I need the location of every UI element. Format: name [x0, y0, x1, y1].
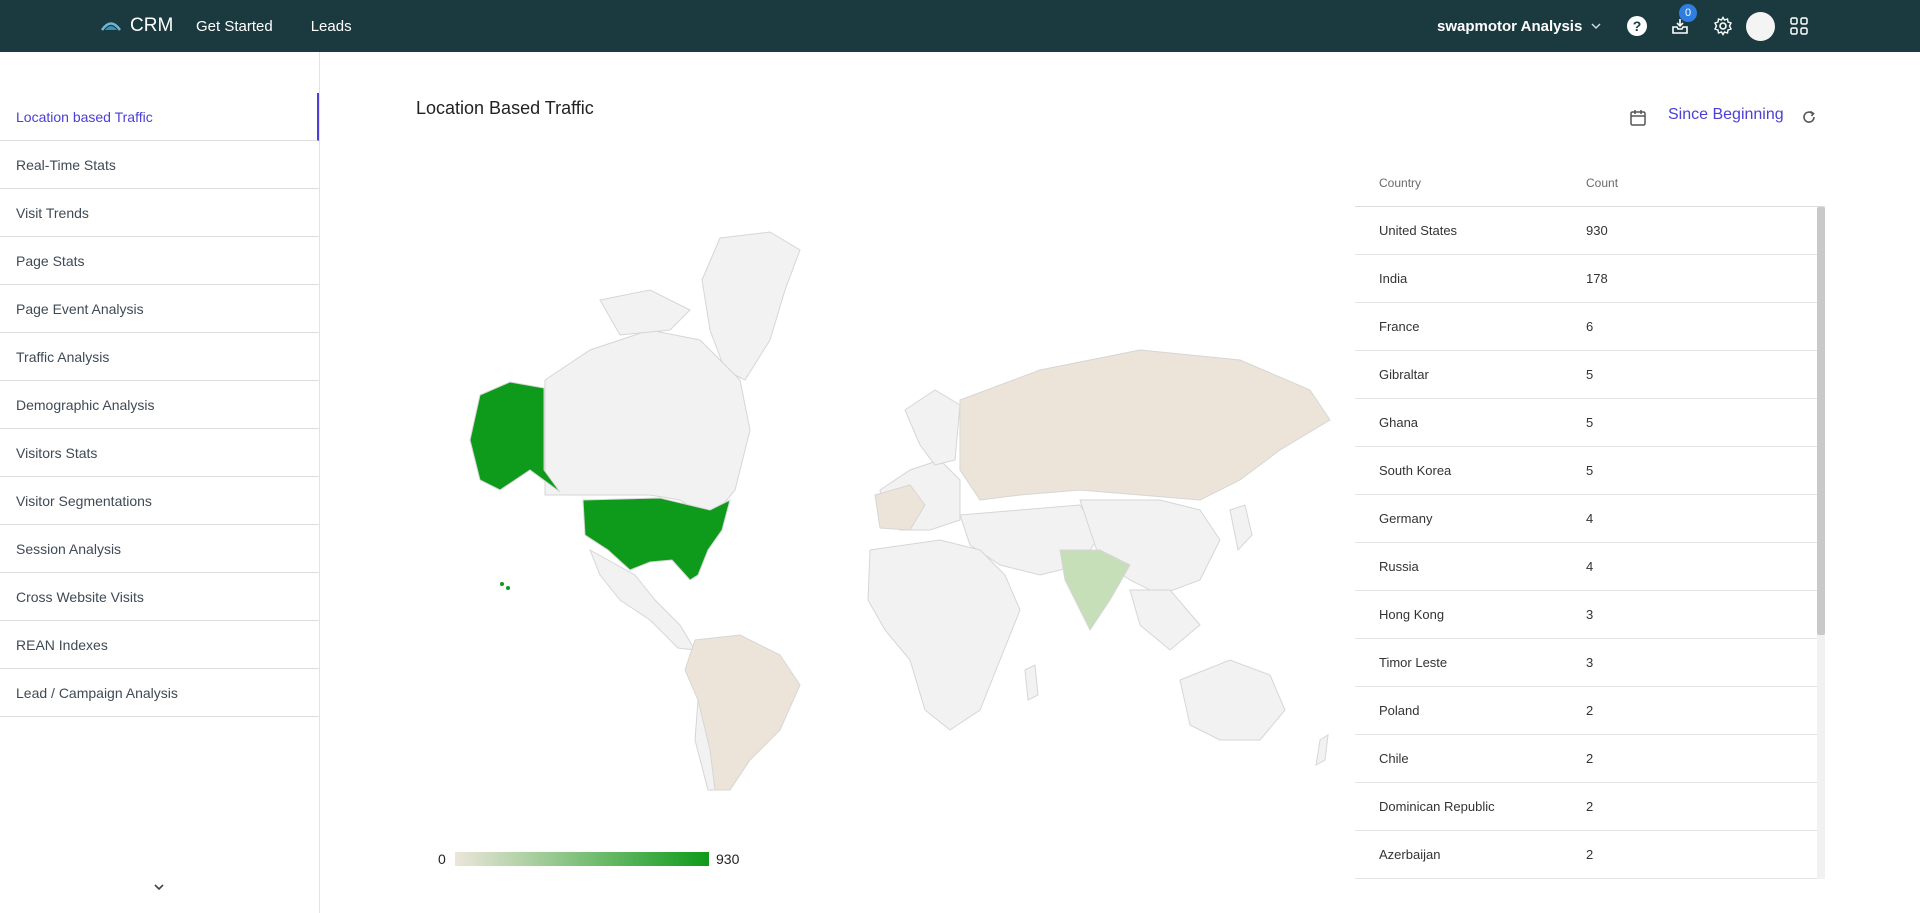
scrollbar-thumb[interactable] [1817, 207, 1825, 635]
sidebar-item-demographic-analysis[interactable]: Demographic Analysis [0, 381, 319, 429]
brand[interactable]: CRM [100, 0, 173, 52]
nav-get-started[interactable]: Get Started [196, 18, 273, 35]
sidebar-item-lead-campaign-analysis[interactable]: Lead / Campaign Analysis [0, 669, 319, 717]
table-body: United States 930 India 178 France 6 Gibral… [1355, 207, 1825, 879]
table-row[interactable]: Dominican Republic 2 [1355, 783, 1817, 831]
sidebar-item-session-analysis[interactable]: Session Analysis [0, 525, 319, 573]
country-cell: India [1379, 271, 1408, 286]
table-row[interactable]: Gibraltar 5 [1355, 351, 1817, 399]
table-row[interactable]: India 178 [1355, 255, 1817, 303]
refresh-icon[interactable] [1801, 109, 1817, 125]
top-nav: Get Started Leads [196, 0, 352, 52]
country-cell: Timor Leste [1379, 655, 1448, 670]
table-row[interactable]: Chile 2 [1355, 735, 1817, 783]
date-range-selector[interactable]: Since Beginning [1668, 106, 1784, 124]
count-cell: 5 [1586, 367, 1594, 382]
map-africa [867, 539, 1021, 731]
table-row[interactable]: Timor Leste 3 [1355, 639, 1817, 687]
apps-grid-icon [1790, 17, 1808, 35]
table-row[interactable]: Azerbaijan 2 [1355, 831, 1817, 879]
count-cell: 4 [1586, 511, 1594, 526]
crm-logo-icon [100, 22, 122, 31]
country-cell: Hong Kong [1379, 607, 1445, 622]
notification-badge: 0 [1679, 4, 1697, 22]
column-header-country[interactable]: Country [1355, 176, 1586, 190]
apps-button[interactable] [1786, 13, 1812, 39]
org-name: swapmotor Analysis [1437, 17, 1583, 35]
sidebar-item-page-event-analysis[interactable]: Page Event Analysis [0, 285, 319, 333]
count-cell: 3 [1586, 607, 1594, 622]
avatar[interactable] [1746, 12, 1775, 41]
help-icon: ? [1627, 16, 1647, 36]
sidebar-item-real-time-stats[interactable]: Real-Time Stats [0, 141, 319, 189]
count-cell: 178 [1586, 271, 1608, 286]
count-cell: 2 [1586, 799, 1594, 814]
country-cell: Ghana [1379, 415, 1419, 430]
calendar-icon[interactable] [1629, 109, 1647, 127]
map-india [1059, 549, 1131, 631]
country-cell: Azerbaijan [1379, 847, 1441, 862]
sidebar-item-visitors-stats[interactable]: Visitors Stats [0, 429, 319, 477]
top-bar: CRM Get Started Leads swapmotor Analysis… [0, 0, 1920, 52]
sidebar-menu: Location based Traffic Real-Time Stats V… [0, 93, 319, 717]
count-cell: 2 [1586, 751, 1594, 766]
map-australia [1179, 659, 1286, 741]
nav-leads[interactable]: Leads [311, 18, 352, 35]
gear-icon [1714, 16, 1732, 36]
table-row[interactable]: Germany 4 [1355, 495, 1817, 543]
brand-name: CRM [130, 15, 174, 36]
count-cell: 930 [1586, 223, 1608, 238]
legend-gradient [455, 852, 709, 866]
country-cell: South Korea [1379, 463, 1452, 478]
table-header: Country Count [1355, 160, 1825, 207]
sidebar-item-location-based-traffic[interactable]: Location based Traffic [0, 93, 319, 141]
country-cell: Gibraltar [1379, 367, 1429, 382]
table-row[interactable]: Ghana 5 [1355, 399, 1817, 447]
help-button[interactable]: ? [1624, 13, 1650, 39]
count-cell: 6 [1586, 319, 1594, 334]
page-title: Location Based Traffic [416, 98, 594, 118]
table-row[interactable]: Poland 2 [1355, 687, 1817, 735]
map-russia [959, 349, 1331, 501]
table-row[interactable]: South Korea 5 [1355, 447, 1817, 495]
column-header-count[interactable]: Count [1586, 176, 1618, 190]
table-row[interactable]: Hong Kong 3 [1355, 591, 1817, 639]
count-cell: 2 [1586, 703, 1594, 718]
count-cell: 5 [1586, 463, 1594, 478]
legend-max-label: 930 [716, 851, 740, 867]
country-cell: Chile [1379, 751, 1409, 766]
svg-text:?: ? [1633, 18, 1642, 34]
country-table: Country Count United States 930 India 178 … [1355, 160, 1825, 879]
org-switcher[interactable]: swapmotor Analysis [1437, 0, 1602, 52]
legend-min-label: 0 [438, 851, 446, 867]
chevron-down-icon [1591, 23, 1601, 30]
sidebar-item-cross-website-visits[interactable]: Cross Website Visits [0, 573, 319, 621]
country-cell: United States [1379, 223, 1458, 238]
sidebar-item-traffic-analysis[interactable]: Traffic Analysis [0, 333, 319, 381]
sidebar-item-page-stats[interactable]: Page Stats [0, 237, 319, 285]
country-cell: Dominican Republic [1379, 799, 1495, 814]
settings-button[interactable] [1710, 13, 1736, 39]
count-cell: 4 [1586, 559, 1594, 574]
sidebar-item-rean-indexes[interactable]: REAN Indexes [0, 621, 319, 669]
sidebar-item-visit-trends[interactable]: Visit Trends [0, 189, 319, 237]
table-row[interactable]: Russia 4 [1355, 543, 1817, 591]
map-canada [544, 329, 751, 521]
country-cell: France [1379, 319, 1420, 334]
country-cell: Germany [1379, 511, 1433, 526]
country-cell: Poland [1379, 703, 1420, 718]
sidebar-item-visitor-segmentations[interactable]: Visitor Segmentations [0, 477, 319, 525]
chevron-down-icon[interactable] [152, 880, 166, 894]
country-cell: Russia [1379, 559, 1419, 574]
table-row[interactable]: United States 930 [1355, 207, 1817, 255]
count-cell: 5 [1586, 415, 1594, 430]
table-row[interactable]: France 6 [1355, 303, 1817, 351]
count-cell: 2 [1586, 847, 1594, 862]
sidebar: Location based Traffic Real-Time Stats V… [0, 52, 320, 913]
notifications-button[interactable]: 0 [1667, 4, 1697, 39]
world-map[interactable] [440, 230, 1340, 800]
count-cell: 3 [1586, 655, 1594, 670]
